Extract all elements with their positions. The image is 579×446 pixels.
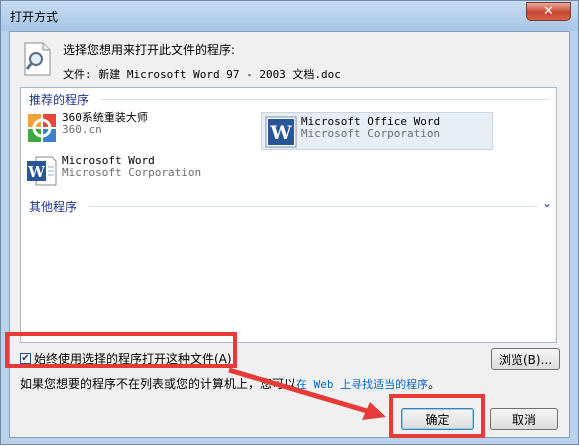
annotation-arrow	[228, 367, 386, 420]
open-with-dialog: 打开方式 ✕ 选择您想用来打开此文件的程序: 文件: 新建 Microsoft …	[0, 0, 579, 445]
